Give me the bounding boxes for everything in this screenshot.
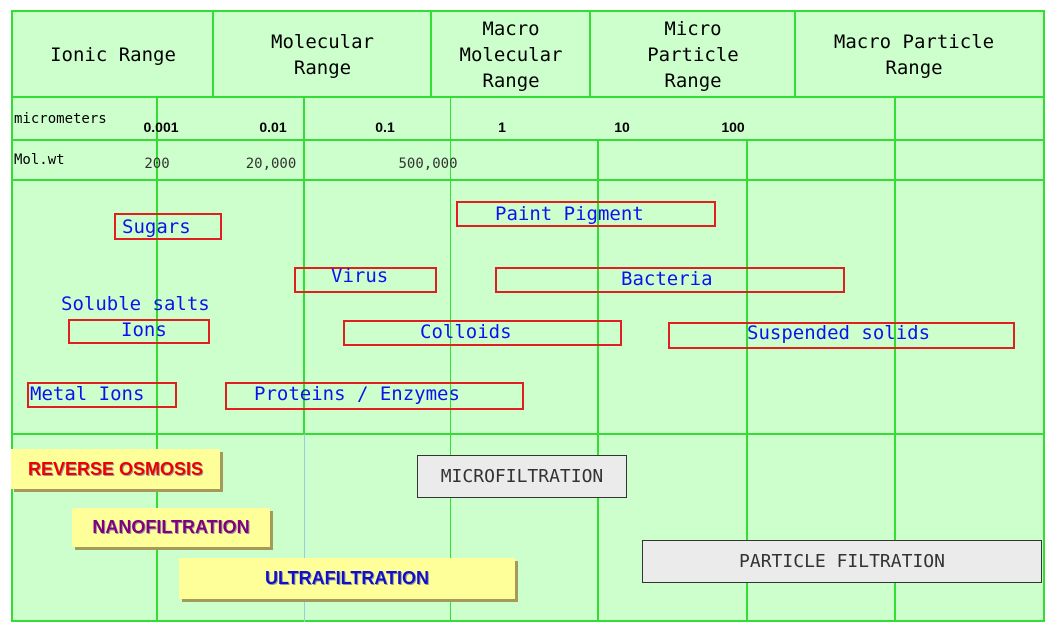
header-macro-particle: Macro Particle Range <box>833 30 995 79</box>
molwt-value: 500,000 <box>398 156 458 172</box>
reverse-osmosis-bar: REVERSE OSMOSIS <box>11 449 220 489</box>
tick-label: 0.01 <box>259 119 287 135</box>
sugars-label: Sugars <box>122 216 191 238</box>
tick-label: 100 <box>721 119 745 135</box>
tick-label: 1 <box>498 119 506 135</box>
nanofiltration-bar: NANOFILTRATION <box>72 508 270 547</box>
header-molecular: Molecular Range <box>271 30 374 79</box>
particle-filtration-box: PARTICLE FILTRATION <box>642 540 1042 583</box>
molwt-value: 200 <box>144 156 170 172</box>
metal-ions-label: Metal Ions <box>30 383 145 405</box>
proteins-label: Proteins / Enzymes <box>254 383 460 405</box>
ions-label: Ions <box>121 319 167 341</box>
tick-label: 10 <box>614 119 630 135</box>
header-ionic: Ionic Range <box>50 43 176 66</box>
virus-label: Virus <box>331 265 389 287</box>
paint-pigment-label: Paint Pigment <box>495 203 644 225</box>
molwt-label: Mol.wt <box>14 152 65 168</box>
grid-line <box>450 97 451 622</box>
ultrafiltration-bar: ULTRAFILTRATION <box>179 558 515 599</box>
tick-label: 0.001 <box>143 119 179 135</box>
soluble-salts-label: Soluble salts <box>61 293 210 315</box>
colloids-label: Colloids <box>420 321 512 343</box>
micrometers-label: micrometers <box>14 111 107 127</box>
divider <box>11 179 1045 181</box>
tick-label: 0.1 <box>375 119 395 135</box>
divider <box>11 433 1045 435</box>
microfiltration-box: MICROFILTRATION <box>417 455 627 498</box>
header-macro-molecular: Macro Molecular Range <box>459 17 563 92</box>
filtration-spectrum: Ionic Range Molecular Range Macro Molecu… <box>0 0 1060 631</box>
bacteria-label: Bacteria <box>621 268 713 290</box>
header-micro-particle: Micro Particle Range <box>647 17 739 92</box>
divider <box>11 139 1045 141</box>
suspended-solids-label: Suspended solids <box>747 322 931 344</box>
molwt-value: 20,000 <box>245 156 297 172</box>
